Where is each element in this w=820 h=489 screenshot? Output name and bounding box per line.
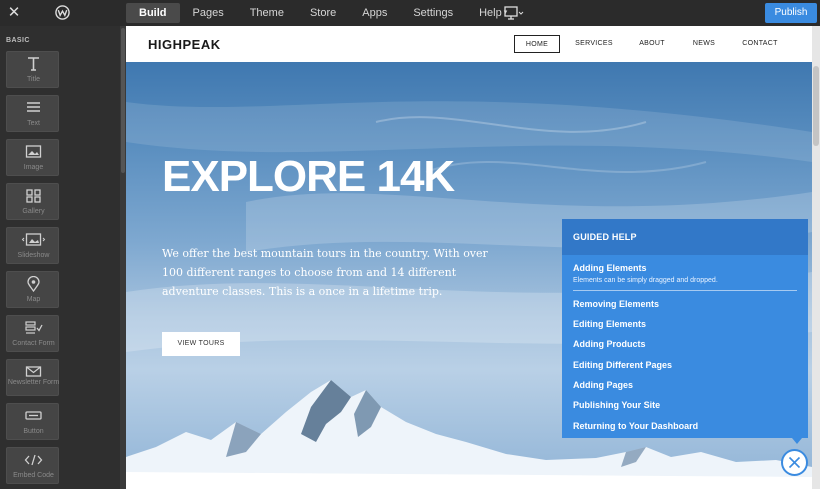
tab-theme[interactable]: Theme: [237, 0, 297, 26]
element-newsletter-form[interactable]: Newsletter Form: [6, 359, 59, 396]
tab-settings[interactable]: Settings: [400, 0, 466, 26]
publish-button[interactable]: Publish: [765, 3, 817, 23]
contact-form-icon: [25, 321, 43, 334]
map-pin-icon: [27, 276, 40, 292]
help-item-publishing-your-site[interactable]: Publishing Your Site: [573, 400, 660, 410]
tab-build[interactable]: Build: [126, 3, 180, 23]
weebly-logo-icon[interactable]: [55, 5, 70, 20]
hero-body[interactable]: We offer the best mountain tours in the …: [162, 244, 512, 301]
site-brand[interactable]: HIGHPEAK: [148, 37, 221, 52]
element-label: Slideshow: [17, 252, 50, 259]
tab-store[interactable]: Store: [297, 0, 349, 26]
hero-title[interactable]: EXPLORE 14K: [162, 155, 455, 199]
section-label-basic: BASIC: [6, 37, 30, 44]
sidebar-scroll-thumb[interactable]: [121, 28, 125, 173]
close-icon[interactable]: ✕: [7, 3, 21, 23]
element-text[interactable]: Text: [6, 95, 59, 132]
site-header: HIGHPEAK HOME SERVICES ABOUT NEWS CONTAC…: [126, 26, 812, 62]
element-button[interactable]: Button: [6, 403, 59, 440]
element-gallery[interactable]: Gallery: [6, 183, 59, 220]
help-item-adding-products[interactable]: Adding Products: [573, 339, 646, 349]
element-label: Gallery: [22, 208, 45, 215]
top-nav: Build Pages Theme Store Apps Settings He…: [126, 0, 520, 26]
top-toolbar: ✕ Build Pages Theme Store Apps Settings …: [0, 0, 820, 26]
code-icon: [24, 454, 43, 466]
help-item-adding-pages[interactable]: Adding Pages: [573, 380, 633, 390]
element-image[interactable]: Image: [6, 139, 59, 176]
element-label: Image: [23, 164, 44, 171]
help-item-editing-different-pages[interactable]: Editing Different Pages: [573, 360, 672, 370]
nav-about[interactable]: ABOUT: [634, 35, 670, 53]
element-label: Map: [26, 296, 41, 303]
title-icon: [28, 57, 39, 71]
element-label: Title: [27, 76, 40, 83]
help-item-editing-elements[interactable]: Editing Elements: [573, 319, 646, 329]
page-scrollbar[interactable]: [812, 26, 820, 489]
tab-apps[interactable]: Apps: [349, 0, 400, 26]
close-icon: [788, 456, 801, 469]
envelope-icon: [25, 366, 42, 377]
element-slideshow[interactable]: Slideshow: [6, 227, 59, 264]
image-icon: [25, 145, 42, 158]
guided-help-panel: GUIDED HELP Adding Elements Elements can…: [562, 219, 808, 444]
element-map[interactable]: Map: [6, 271, 59, 308]
nav-news[interactable]: NEWS: [688, 35, 720, 53]
gallery-icon: [26, 189, 41, 203]
element-contact-form[interactable]: Contact Form: [6, 315, 59, 352]
page-scroll-thumb[interactable]: [813, 66, 819, 146]
view-tours-button[interactable]: VIEW TOURS: [162, 332, 240, 356]
help-item-returning-to-dashboard[interactable]: Returning to Your Dashboard: [573, 421, 698, 431]
guided-help-title: GUIDED HELP: [573, 232, 637, 242]
desktop-icon[interactable]: [504, 5, 524, 21]
help-item-description: Elements can be simply dragged and dropp…: [573, 277, 718, 284]
help-item-removing-elements[interactable]: Removing Elements: [573, 299, 659, 309]
tab-help-label: Help: [479, 7, 502, 19]
elements-sidebar: BASIC Title Text Image Gallery Slideshow…: [0, 26, 126, 489]
close-circle-icon[interactable]: [781, 449, 808, 476]
button-icon: [25, 411, 42, 420]
help-pointer: [792, 438, 802, 444]
help-item-adding-elements[interactable]: Adding Elements: [573, 263, 647, 273]
tab-pages[interactable]: Pages: [180, 0, 237, 26]
element-label: Text: [27, 120, 40, 127]
text-icon: [27, 102, 40, 112]
guided-help-header: GUIDED HELP: [562, 219, 808, 255]
element-label: Contact Form: [12, 340, 55, 347]
slideshow-icon: [21, 233, 46, 246]
element-label: Newsletter Form: [7, 379, 60, 386]
nav-home[interactable]: HOME: [514, 35, 560, 53]
nav-contact[interactable]: CONTACT: [738, 35, 782, 53]
element-label: Button: [23, 428, 44, 435]
element-title[interactable]: Title: [6, 51, 59, 88]
nav-services[interactable]: SERVICES: [574, 35, 614, 53]
element-embed-code[interactable]: Embed Code: [6, 447, 59, 484]
element-label: Embed Code: [13, 472, 54, 479]
help-divider: [573, 290, 797, 291]
